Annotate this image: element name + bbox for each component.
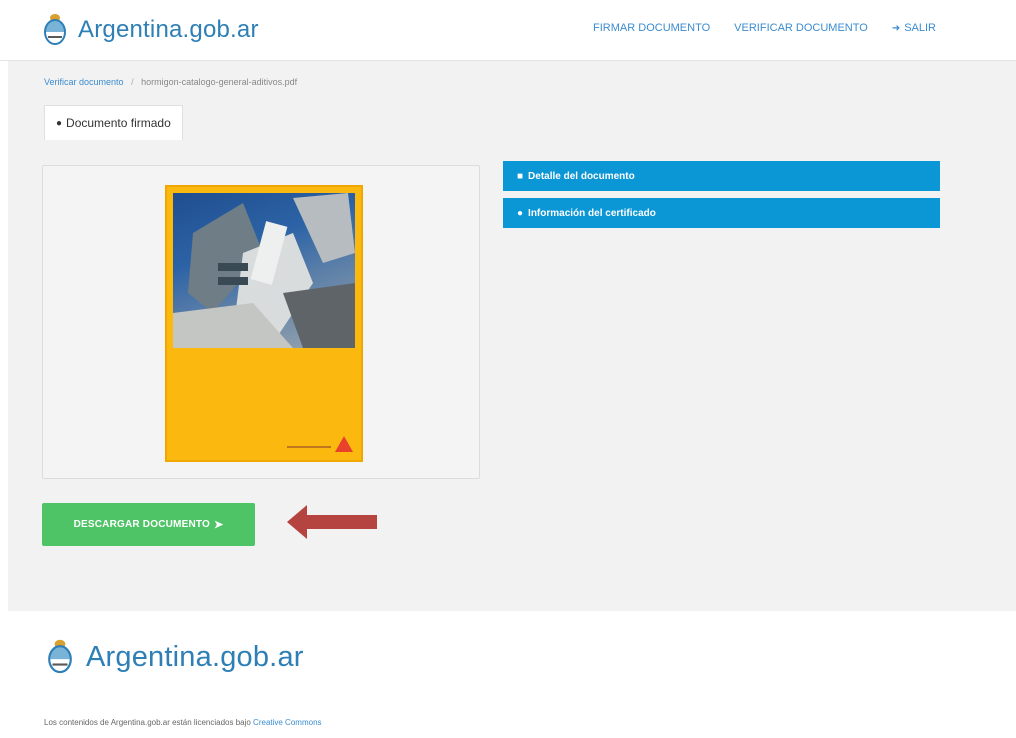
accordion-detalle-documento[interactable]: ■ Detalle del documento	[503, 161, 940, 191]
user-icon: ●	[56, 117, 63, 129]
tab-documento-firmado[interactable]: ● Documento firmado	[44, 105, 183, 140]
nav-salir-label: SALIR	[904, 22, 936, 34]
footer-brand-logo[interactable]: Argentina.gob.ar	[46, 634, 304, 680]
footer-license-link[interactable]: Creative Commons	[253, 718, 321, 727]
coat-of-arms-icon	[44, 14, 66, 45]
main-content: Verificar documento / hormigon-catalogo-…	[8, 61, 1016, 611]
accordion-certificado-label: Información del certificado	[528, 207, 656, 219]
download-icon: ➤	[213, 519, 224, 531]
nav-firmar-documento[interactable]: FIRMAR DOCUMENTO	[593, 22, 710, 34]
breadcrumb-current: hormigon-catalogo-general-aditivos.pdf	[141, 77, 298, 87]
accordion-detalle-label: Detalle del documento	[528, 170, 635, 182]
accordion-informacion-certificado[interactable]: ● Información del certificado	[503, 198, 940, 228]
nav-salir[interactable]: ➜ SALIR	[892, 22, 936, 34]
tab-label: Documento firmado	[66, 116, 171, 130]
cover-photo	[173, 193, 355, 348]
brand-text: Argentina.gob.ar	[78, 16, 259, 43]
annotation-arrow-icon	[287, 505, 377, 539]
download-button-label: DESCARGAR DOCUMENTO	[73, 519, 210, 530]
document-cover-thumbnail	[165, 185, 363, 462]
breadcrumb: Verificar documento / hormigon-catalogo-…	[44, 77, 297, 87]
footer-license-text: Los contenidos de Argentina.gob.ar están…	[44, 717, 464, 728]
breadcrumb-separator: /	[131, 77, 134, 87]
top-nav: FIRMAR DOCUMENTO VERIFICAR DOCUMENTO ➜ S…	[593, 22, 936, 34]
exit-icon: ➜	[891, 22, 901, 34]
footer-license-copy: Los contenidos de Argentina.gob.ar están…	[44, 718, 251, 727]
document-preview	[42, 165, 480, 479]
footer-brand-text: Argentina.gob.ar	[86, 640, 304, 673]
breadcrumb-verificar[interactable]: Verificar documento	[44, 77, 124, 87]
cover-logo	[335, 436, 353, 452]
cover-logo-tagline	[287, 446, 331, 448]
info-icon: ●	[517, 207, 524, 219]
download-document-button[interactable]: DESCARGAR DOCUMENTO ➤	[42, 503, 255, 546]
brand-logo[interactable]: Argentina.gob.ar	[42, 12, 259, 48]
footer-coat-of-arms-icon	[48, 639, 72, 674]
file-icon: ■	[517, 170, 524, 182]
nav-verificar-documento[interactable]: VERIFICAR DOCUMENTO	[734, 22, 868, 34]
site-header: Argentina.gob.ar FIRMAR DOCUMENTO VERIFI…	[0, 0, 1016, 61]
